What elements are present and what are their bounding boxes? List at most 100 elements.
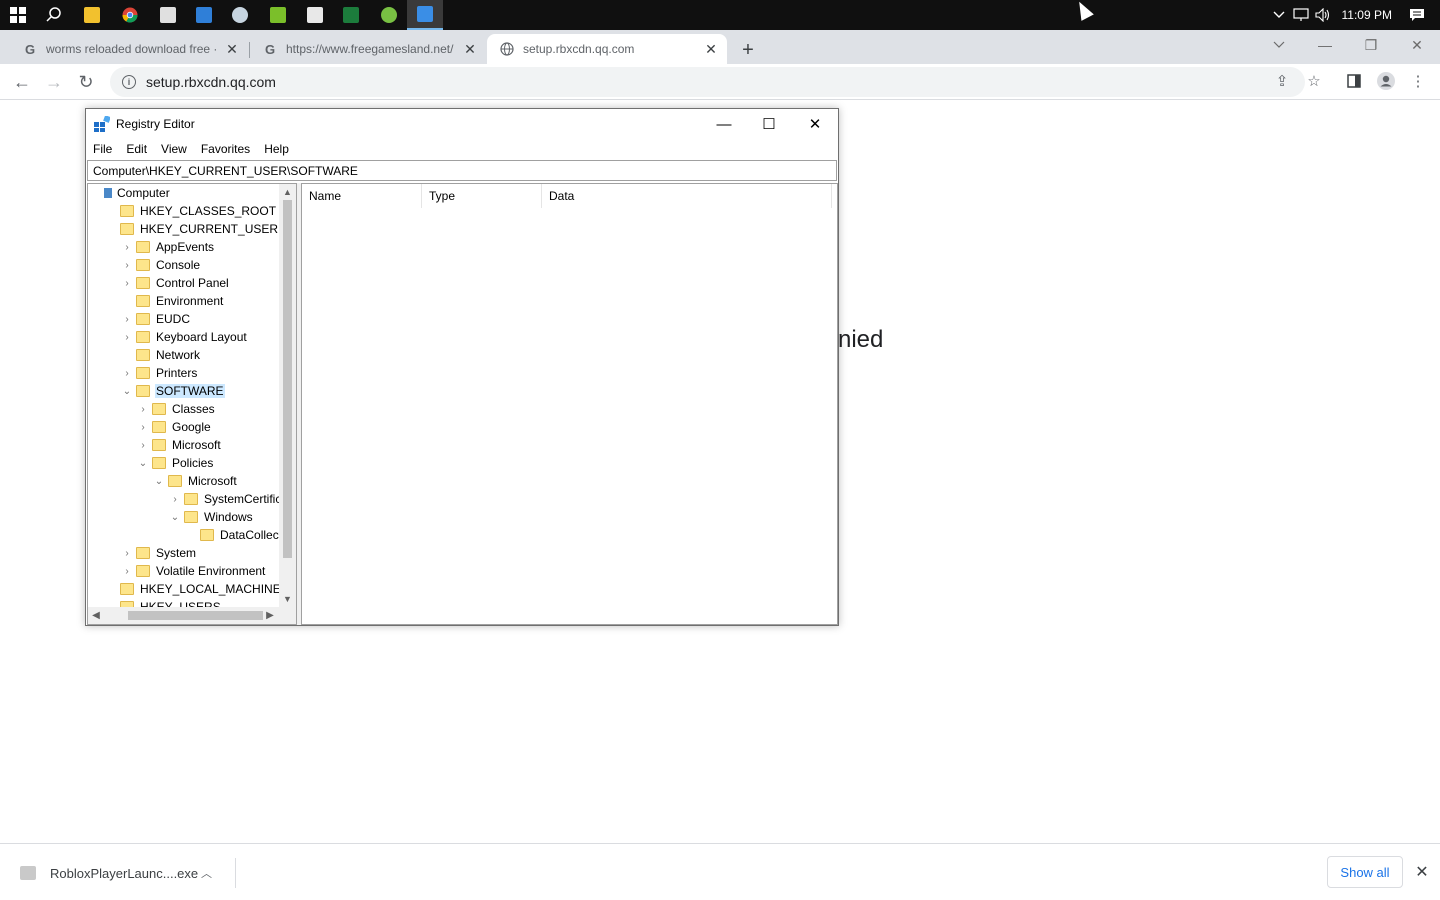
scrollbar-thumb[interactable] — [128, 611, 263, 620]
menu-file[interactable]: File — [86, 142, 119, 156]
taskbar-7zip[interactable] — [297, 0, 333, 30]
volume-icon[interactable] — [1312, 0, 1334, 30]
tab-search-button[interactable] — [1256, 30, 1302, 60]
expand-chevron-icon[interactable]: › — [138, 422, 148, 433]
expand-chevron-icon[interactable]: › — [138, 404, 148, 415]
taskbar-regedit[interactable] — [407, 0, 443, 30]
tree-node[interactable]: ⌄ SOFTWARE — [122, 382, 225, 400]
tree-node[interactable]: › EUDC — [122, 310, 191, 328]
expand-chevron-icon[interactable]: › — [122, 368, 132, 379]
regedit-minimize-button[interactable]: — — [701, 109, 747, 139]
collapse-chevron-icon[interactable]: ⌄ — [138, 458, 148, 469]
tree-node[interactable]: Computer — [90, 184, 171, 202]
menu-help[interactable]: Help — [257, 142, 296, 156]
menu-edit[interactable]: Edit — [119, 142, 154, 156]
expand-chevron-icon[interactable]: › — [122, 332, 132, 343]
expand-chevron-icon[interactable]: › — [122, 242, 132, 253]
tree-node[interactable]: › Microsoft — [138, 436, 222, 454]
browser-tab-1[interactable]: G worms reloaded download free · ✕ — [10, 34, 248, 64]
browser-tab-2[interactable]: G https://www.freegamesland.net/ ✕ — [250, 34, 486, 64]
browser-restore-button[interactable]: ❐ — [1348, 30, 1394, 60]
expand-chevron-icon[interactable]: › — [122, 548, 132, 559]
bookmark-button[interactable]: ☆ — [1303, 70, 1325, 92]
scroll-left-icon[interactable]: ◀ — [88, 607, 104, 624]
action-center-button[interactable] — [1406, 0, 1428, 30]
tree-node[interactable]: ⌄ Policies — [138, 454, 214, 472]
scroll-right-icon[interactable]: ▶ — [262, 607, 278, 624]
tree-node[interactable]: Environment — [122, 292, 224, 310]
new-tab-button[interactable]: + — [736, 38, 760, 62]
column-header-type[interactable]: Type — [422, 184, 542, 208]
scroll-up-icon[interactable]: ▲ — [279, 184, 296, 200]
network-icon[interactable] — [1290, 0, 1312, 30]
regedit-close-button[interactable]: ✕ — [792, 109, 838, 139]
show-hidden-icons-button[interactable] — [1268, 0, 1290, 30]
forward-button[interactable]: → — [40, 68, 68, 96]
tree-node[interactable]: › Control Panel — [122, 274, 230, 292]
show-all-downloads-button[interactable]: Show all — [1327, 856, 1403, 888]
menu-view[interactable]: View — [154, 142, 194, 156]
address-bar[interactable]: i setup.rbxcdn.qq.com — [110, 67, 1305, 97]
back-button[interactable]: ← — [8, 68, 36, 96]
expand-chevron-icon[interactable]: › — [138, 440, 148, 451]
window-title-bar[interactable]: Registry Editor — ☐ ✕ — [86, 109, 838, 139]
tree-node[interactable]: › SystemCertificates — [170, 490, 296, 508]
profile-button[interactable] — [1375, 70, 1397, 92]
tree-node[interactable]: › Keyboard Layout — [122, 328, 248, 346]
tree-node[interactable]: HKEY_CLASSES_ROOT — [106, 202, 277, 220]
registry-values-list[interactable]: Name Type Data — [301, 183, 838, 625]
taskbar-app-blue[interactable] — [186, 0, 222, 30]
reload-button[interactable]: ↻ — [72, 68, 100, 96]
tree-node[interactable]: HKEY_CURRENT_USER — [106, 220, 279, 238]
scrollbar-thumb[interactable] — [283, 200, 292, 558]
tree-node[interactable]: › AppEvents — [122, 238, 215, 256]
taskbar-notes[interactable] — [150, 0, 186, 30]
registry-key-tree[interactable]: Computer HKEY_CLASSES_ROOT HKEY_CURRENT_US… — [87, 183, 297, 625]
tree-vertical-scrollbar[interactable]: ▲ ▼ — [279, 184, 296, 607]
browser-tab-active[interactable]: setup.rbxcdn.qq.com ✕ — [487, 34, 727, 64]
tree-node[interactable]: › Google — [138, 418, 212, 436]
tree-horizontal-scrollbar[interactable]: ◀ ▶ — [88, 607, 296, 624]
tree-node[interactable]: ⌄ Microsoft — [154, 472, 238, 490]
download-item[interactable]: RobloxPlayerLaunc....exe ︿ — [16, 858, 236, 888]
site-info-icon[interactable]: i — [122, 75, 136, 89]
tree-node[interactable]: › Console — [122, 256, 201, 274]
expand-chevron-icon[interactable]: › — [170, 494, 180, 505]
regedit-maximize-button[interactable]: ☐ — [746, 109, 792, 139]
tree-node[interactable]: ⌄ Windows — [170, 508, 254, 526]
start-button[interactable] — [0, 0, 36, 30]
expand-chevron-icon[interactable]: › — [122, 314, 132, 325]
scroll-down-icon[interactable]: ▼ — [279, 591, 296, 607]
collapse-chevron-icon[interactable]: ⌄ — [170, 512, 180, 523]
tree-node[interactable]: › Classes — [138, 400, 216, 418]
menu-button[interactable]: ⋮ — [1407, 70, 1429, 92]
expand-chevron-icon[interactable]: › — [122, 566, 132, 577]
column-header-name[interactable]: Name — [302, 184, 422, 208]
tree-node[interactable]: › System — [122, 544, 197, 562]
taskbar-clock[interactable]: 11:09 PM — [1342, 8, 1392, 22]
taskbar-bluestacks[interactable] — [260, 0, 296, 30]
chevron-up-icon[interactable]: ︿ — [201, 865, 221, 881]
collapse-chevron-icon[interactable]: ⌄ — [122, 386, 132, 397]
expand-chevron-icon[interactable]: › — [122, 260, 132, 271]
column-header-data[interactable]: Data — [542, 184, 832, 208]
tab-close-icon[interactable]: ✕ — [224, 41, 240, 57]
taskbar-utorrent[interactable] — [371, 0, 407, 30]
browser-minimize-button[interactable]: — — [1302, 30, 1348, 60]
tree-node[interactable]: Network — [122, 346, 201, 364]
close-download-shelf-button[interactable]: ✕ — [1412, 860, 1432, 884]
registry-address-bar[interactable]: Computer\HKEY_CURRENT_USER\SOFTWARE — [87, 160, 837, 181]
tree-node[interactable]: HKEY_LOCAL_MACHINE — [106, 580, 282, 598]
side-panel-button[interactable] — [1343, 70, 1365, 92]
taskbar-steam[interactable] — [222, 0, 258, 30]
taskbar-app-green[interactable] — [333, 0, 369, 30]
expand-chevron-icon[interactable]: › — [122, 278, 132, 289]
taskbar-search-button[interactable] — [36, 0, 72, 30]
tree-node[interactable]: › Printers — [122, 364, 198, 382]
share-button[interactable]: ⇪ — [1271, 70, 1293, 92]
collapse-chevron-icon[interactable]: ⌄ — [154, 476, 164, 487]
menu-favorites[interactable]: Favorites — [194, 142, 257, 156]
tree-node[interactable]: › Volatile Environment — [122, 562, 266, 580]
taskbar-file-explorer[interactable] — [74, 0, 110, 30]
browser-close-button[interactable]: ✕ — [1394, 30, 1440, 60]
